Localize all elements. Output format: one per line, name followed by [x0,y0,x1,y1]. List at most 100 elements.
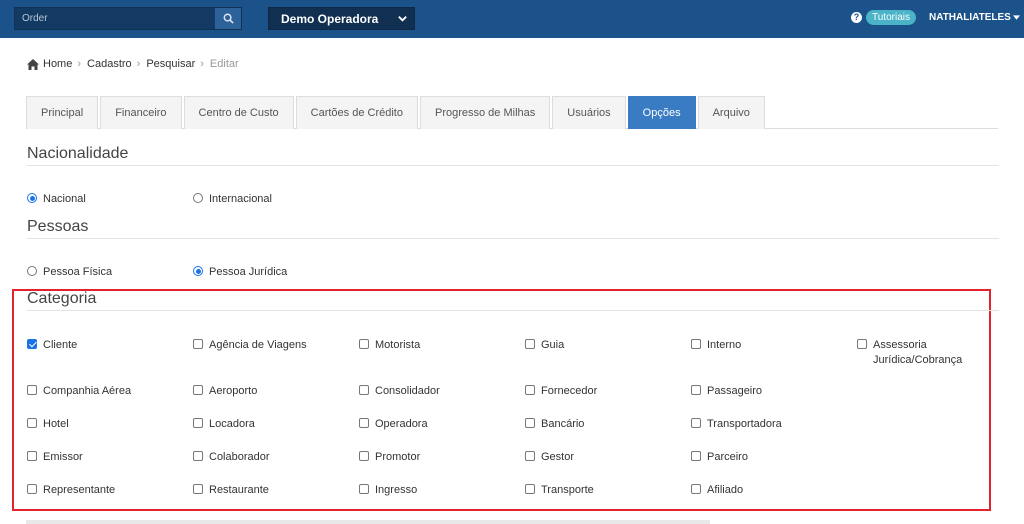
top-navbar: Demo Operadora ? Tutoriais NATHALIATELES [0,0,1024,38]
tab-usuarios[interactable]: Usuários [552,96,626,129]
checkbox-label: Agência de Viagens [209,339,307,351]
checkbox-operadora[interactable]: Operadora [359,417,428,431]
radio-label: Nacional [43,193,86,205]
radio-nacional[interactable]: Nacional [27,192,86,206]
checkbox-companhia-aerea[interactable]: Companhia Aérea [27,384,131,398]
breadcrumb-cadastro[interactable]: Cadastro [87,58,132,70]
checkbox[interactable] [359,418,369,428]
help-icon[interactable]: ? [851,12,862,23]
checkbox-guia[interactable]: Guia [525,338,564,352]
section-divider [27,238,999,239]
checkbox[interactable] [359,339,369,349]
checkbox-agencia-de-viagens[interactable]: Agência de Viagens [193,338,307,352]
checkbox[interactable] [193,339,203,349]
breadcrumb-pesquisar[interactable]: Pesquisar [146,58,195,70]
checkbox[interactable] [525,484,535,494]
checkbox-emissor[interactable]: Emissor [27,450,83,464]
checkbox-ingresso[interactable]: Ingresso [359,483,417,497]
checkbox[interactable] [193,385,203,395]
checkbox-label: Restaurante [209,484,269,496]
checkbox[interactable] [359,385,369,395]
checkbox-motorista[interactable]: Motorista [359,338,420,352]
radio-pessoa-juridica[interactable]: Pessoa Jurídica [193,265,287,279]
checkbox[interactable] [857,339,867,349]
radio-pessoa-fisica[interactable]: Pessoa Física [27,265,112,279]
tab-cartoes-de-credito[interactable]: Cartões de Crédito [295,96,418,129]
checkbox-hotel[interactable]: Hotel [27,417,69,431]
checkbox-parceiro[interactable]: Parceiro [691,450,748,464]
operator-select[interactable]: Demo Operadora [268,7,415,30]
checkbox-interno[interactable]: Interno [691,338,741,352]
checkbox-afiliado[interactable]: Afiliado [691,483,743,497]
checkbox-cliente[interactable]: Cliente [27,338,77,352]
breadcrumb-separator: › [136,58,141,70]
checkbox[interactable] [27,484,37,494]
checkbox-restaurante[interactable]: Restaurante [193,483,269,497]
checkbox[interactable] [525,339,535,349]
checkbox-aeroporto[interactable]: Aeroporto [193,384,257,398]
user-name: NATHALIATELES [929,12,1011,23]
checkbox-bancario[interactable]: Bancário [525,417,584,431]
radio-button[interactable] [27,266,37,276]
checkbox-promotor[interactable]: Promotor [359,450,420,464]
highlight-box [12,289,991,511]
pessoas-title: Pessoas [27,218,89,235]
tab-principal[interactable]: Principal [26,96,99,129]
checkbox[interactable] [691,451,701,461]
checkbox[interactable] [691,418,701,428]
tab-financeiro[interactable]: Financeiro [100,96,182,129]
checkbox-label: Ingresso [375,484,418,496]
home-icon [27,58,39,70]
tutorials-button[interactable]: Tutoriais [866,10,916,25]
checkbox[interactable] [27,451,37,461]
checkbox[interactable] [525,451,535,461]
checkbox-label: Hotel [43,418,69,430]
checkbox-label: Afiliado [707,484,744,496]
checkbox[interactable] [691,385,701,395]
checkbox-passageiro[interactable]: Passageiro [691,384,762,398]
checkbox[interactable] [193,451,203,461]
categoria-title: Categoria [27,290,97,307]
nacionalidade-title: Nacionalidade [27,145,129,162]
checkbox[interactable] [525,418,535,428]
radio-button[interactable] [193,193,203,203]
checkbox-label: Aeroporto [209,385,258,397]
checkbox[interactable] [691,339,701,349]
checkbox-label: Transportadora [707,418,782,430]
radio-internacional[interactable]: Internacional [193,192,272,206]
radio-button[interactable] [27,193,37,203]
checkbox[interactable] [193,418,203,428]
checkbox-label: Passageiro [707,385,763,397]
checkbox-representante[interactable]: Representante [27,483,115,497]
checkbox[interactable] [359,484,369,494]
breadcrumb-home[interactable]: Home [43,58,72,70]
checkbox[interactable] [525,385,535,395]
checkbox[interactable] [27,418,37,428]
radio-button[interactable] [193,266,203,276]
checkbox-transporte[interactable]: Transporte [525,483,594,497]
checkbox[interactable] [27,385,37,395]
checkbox[interactable] [27,339,37,349]
user-menu[interactable]: NATHALIATELES [929,12,1020,23]
checkbox-locadora[interactable]: Locadora [193,417,255,431]
tab-centro-de-custo[interactable]: Centro de Custo [183,96,294,129]
search-button[interactable] [215,8,241,29]
checkbox-colaborador[interactable]: Colaborador [193,450,270,464]
horizontal-scrollbar[interactable] [26,520,710,524]
checkbox[interactable] [193,484,203,494]
checkbox-transportadora[interactable]: Transportadora [691,417,782,431]
checkbox-gestor[interactable]: Gestor [525,450,574,464]
operator-select-value: Demo Operadora [281,11,379,26]
checkbox-assessoria-juridica-cobranca[interactable]: Assessoria Jurídica/Cobrança [857,338,977,368]
checkbox-fornecedor[interactable]: Fornecedor [525,384,597,398]
tab-arquivo[interactable]: Arquivo [697,96,765,129]
tab-opcoes[interactable]: Opções [627,96,696,129]
checkbox[interactable] [359,451,369,461]
search-input[interactable] [15,8,215,29]
checkbox-consolidador[interactable]: Consolidador [359,384,440,398]
section-divider [27,310,999,311]
breadcrumb-current: Editar [209,58,239,70]
checkbox-label: Gestor [541,451,575,463]
tab-progresso-de-milhas[interactable]: Progresso de Milhas [419,96,551,129]
checkbox[interactable] [691,484,701,494]
